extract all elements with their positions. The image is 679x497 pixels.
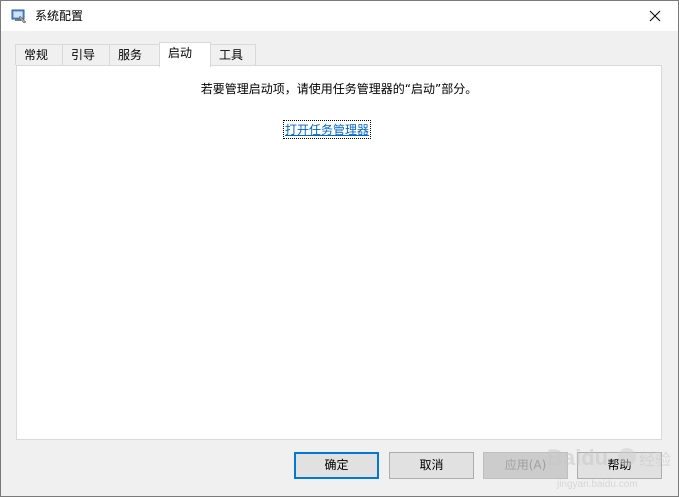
open-task-manager-link[interactable]: 打开任务管理器 [282,120,372,139]
tab-general[interactable]: 常规 [15,44,63,65]
tab-label: 引导 [71,48,96,62]
startup-message: 若要管理启动项，请使用任务管理器的“启动”部分。 [200,82,478,96]
tab-startup[interactable]: 启动 [159,42,211,67]
apply-button[interactable]: 应用(A) [483,452,568,479]
close-button[interactable] [632,1,678,31]
cancel-button[interactable]: 取消 [389,452,474,479]
close-icon [649,10,661,22]
tab-services[interactable]: 服务 [109,44,160,65]
tab-boot[interactable]: 引导 [62,44,110,65]
tab-label: 服务 [118,48,143,62]
startup-panel: 若要管理启动项，请使用任务管理器的“启动”部分。 打开任务管理器 [16,65,662,440]
tab-tools[interactable]: 工具 [210,44,256,65]
system-config-window: 系统配置 常规 引导 服务 启动 工具 若要管理启动项，请使用任务管理器的“启动… [0,0,679,497]
tab-label: 常规 [24,48,49,62]
window-title: 系统配置 [35,9,84,23]
tab-label: 工具 [219,48,244,62]
help-button[interactable]: 帮助 [577,452,662,479]
tab-label: 启动 [168,46,193,60]
msconfig-app-icon [11,9,27,24]
title-bar[interactable]: 系统配置 [1,1,678,31]
ok-button[interactable]: 确定 [294,452,379,479]
tab-strip: 常规 引导 服务 启动 工具 [15,42,675,67]
